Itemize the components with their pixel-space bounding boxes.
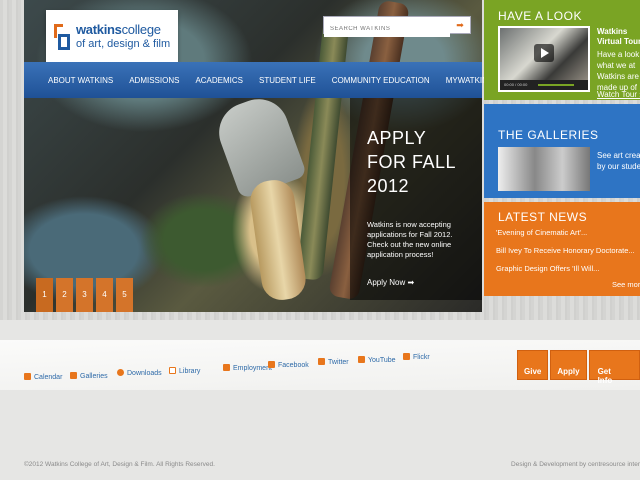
search-box: ➡ xyxy=(323,16,471,37)
slide-tab-1[interactable]: 1 xyxy=(36,278,53,312)
video-progress-bar[interactable] xyxy=(538,84,574,86)
slide-tab-4[interactable]: 4 xyxy=(96,278,113,312)
slide-tab-3[interactable]: 3 xyxy=(76,278,93,312)
apply-button[interactable]: Apply xyxy=(550,350,587,380)
footer-link-calendar[interactable]: Calendar xyxy=(24,373,62,381)
footer-link-twitter[interactable]: Twitter xyxy=(318,358,349,366)
latest-news-heading: LATEST NEWS xyxy=(498,210,588,224)
see-more-link[interactable]: See more xyxy=(612,280,640,289)
download-icon xyxy=(117,369,124,376)
video-controls: 00:00 / 00:00 xyxy=(500,80,588,90)
slide-pager: 1 2 3 4 5 xyxy=(36,278,133,312)
copyright-text: ©2012 Watkins College of Art, Design & F… xyxy=(24,461,215,468)
facebook-icon xyxy=(268,361,275,368)
nav-about-watkins[interactable]: ABOUT WATKINS xyxy=(40,76,121,85)
camera-icon xyxy=(70,372,77,379)
virtual-tour-title: Watkins Virtual Tour xyxy=(597,27,640,46)
galleries-desc: See art creatby our studen xyxy=(597,151,640,171)
news-list: 'Evening of Cinematic Art'... Bill Ivey … xyxy=(496,228,635,282)
nav-student-life[interactable]: STUDENT LIFE xyxy=(251,76,324,85)
apply-now-link[interactable]: Apply Now ➡ xyxy=(367,278,466,287)
slide-tab-2[interactable]: 2 xyxy=(56,278,73,312)
news-item[interactable]: 'Evening of Cinematic Art'... xyxy=(496,228,635,237)
feature-title: APPLY FOR FALL 2012 xyxy=(367,128,457,196)
footer-link-facebook[interactable]: Facebook xyxy=(268,361,309,369)
calendar-icon xyxy=(24,373,31,380)
galleries-panel: THE GALLERIES See art creatby our studen xyxy=(484,104,640,198)
footer-link-youtube[interactable]: YouTube xyxy=(358,356,396,364)
credit-text[interactable]: Design & Development by centresource int… xyxy=(511,461,640,468)
employment-icon xyxy=(223,364,230,371)
library-icon xyxy=(169,367,176,374)
nav-admissions[interactable]: ADMISSIONS xyxy=(121,76,187,85)
virtual-tour-video[interactable]: 00:00 / 00:00 xyxy=(498,26,590,92)
news-item[interactable]: Graphic Design Offers 'Ill Will... xyxy=(496,264,635,273)
footer-link-employment[interactable]: Employment xyxy=(223,364,272,372)
action-buttons: Give Apply Get Info xyxy=(517,350,640,385)
youtube-icon xyxy=(358,356,365,363)
nav-academics[interactable]: ACADEMICS xyxy=(187,76,251,85)
feature-panel: APPLY FOR FALL 2012 Watkins is now accep… xyxy=(350,98,482,300)
video-thumbnail xyxy=(500,28,588,80)
have-a-look-heading: HAVE A LOOK xyxy=(498,9,582,23)
virtual-tour-desc: Have a look what we at Watkins are made up … xyxy=(597,50,640,92)
site-logo[interactable]: watkinscollege of art, design & film xyxy=(46,10,178,66)
logo-name: watkinscollege xyxy=(76,22,161,37)
have-a-look-panel: HAVE A LOOK 00:00 / 00:00 Watkins Virtual… xyxy=(484,0,640,100)
news-item[interactable]: Bill Ivey To Receive Honorary Doctorate.… xyxy=(496,246,635,255)
give-button[interactable]: Give xyxy=(517,350,549,380)
main-nav: ABOUT WATKINS ADMISSIONS ACADEMICS STUDE… xyxy=(24,62,493,98)
logo-tagline: of art, design & film xyxy=(76,38,171,50)
footer-link-flickr[interactable]: Flickr xyxy=(403,353,430,361)
get-info-button[interactable]: Get Info xyxy=(588,350,640,385)
footer-link-galleries[interactable]: Galleries xyxy=(70,372,108,380)
logo-mark-icon xyxy=(54,24,72,52)
flickr-icon xyxy=(403,353,410,360)
watch-tour-link[interactable]: Watch Tour » xyxy=(597,90,640,99)
nav-community-education[interactable]: COMMUNITY EDUCATION xyxy=(324,76,438,85)
video-time: 00:00 / 00:00 xyxy=(504,82,528,87)
footer-link-library[interactable]: Library xyxy=(169,367,200,375)
search-input[interactable] xyxy=(324,21,450,37)
slide-tab-5[interactable]: 5 xyxy=(116,278,133,312)
galleries-heading[interactable]: THE GALLERIES xyxy=(498,128,599,142)
feature-body: Watkins is now accepting applications fo… xyxy=(367,220,453,259)
twitter-icon xyxy=(318,358,325,365)
search-arrow-icon[interactable]: ➡ xyxy=(452,19,468,31)
footer-links: Calendar Galleries Downloads Library Emp… xyxy=(24,352,444,392)
latest-news-panel: LATEST NEWS 'Evening of Cinematic Art'..… xyxy=(484,202,640,296)
footer-link-downloads[interactable]: Downloads xyxy=(117,369,162,377)
gallery-image[interactable] xyxy=(498,147,590,191)
play-icon[interactable] xyxy=(534,44,554,62)
